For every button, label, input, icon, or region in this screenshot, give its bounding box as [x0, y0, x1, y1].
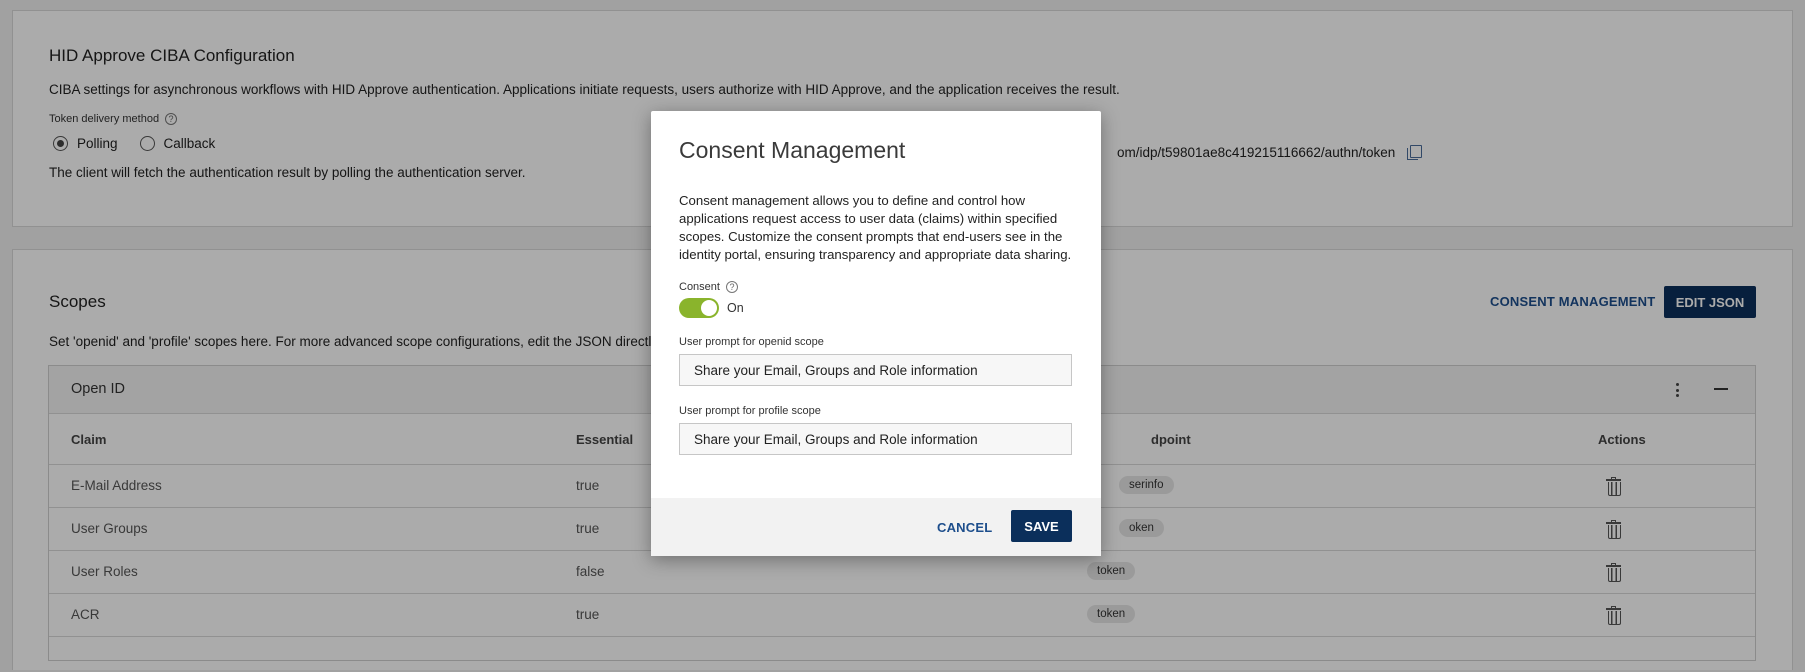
profile-prompt-label: User prompt for profile scope [679, 405, 821, 417]
cancel-button[interactable]: CANCEL [937, 520, 992, 535]
save-button[interactable]: SAVE [1011, 510, 1072, 542]
consent-management-dialog: Consent Management Consent management al… [651, 111, 1101, 556]
openid-prompt-label: User prompt for openid scope [679, 336, 824, 348]
consent-toggle-state: On [727, 301, 744, 315]
dialog-footer: CANCEL SAVE [651, 498, 1101, 556]
consent-label-text: Consent [679, 281, 720, 293]
consent-label: Consent ? [679, 281, 738, 293]
consent-toggle[interactable] [679, 298, 719, 318]
dialog-description: Consent management allows you to define … [679, 193, 1072, 262]
dialog-title: Consent Management [679, 137, 906, 163]
profile-prompt-input[interactable]: Share your Email, Groups and Role inform… [679, 423, 1072, 455]
openid-prompt-input[interactable]: Share your Email, Groups and Role inform… [679, 354, 1072, 386]
help-icon[interactable]: ? [725, 281, 738, 293]
consent-toggle-row: On [679, 298, 744, 318]
